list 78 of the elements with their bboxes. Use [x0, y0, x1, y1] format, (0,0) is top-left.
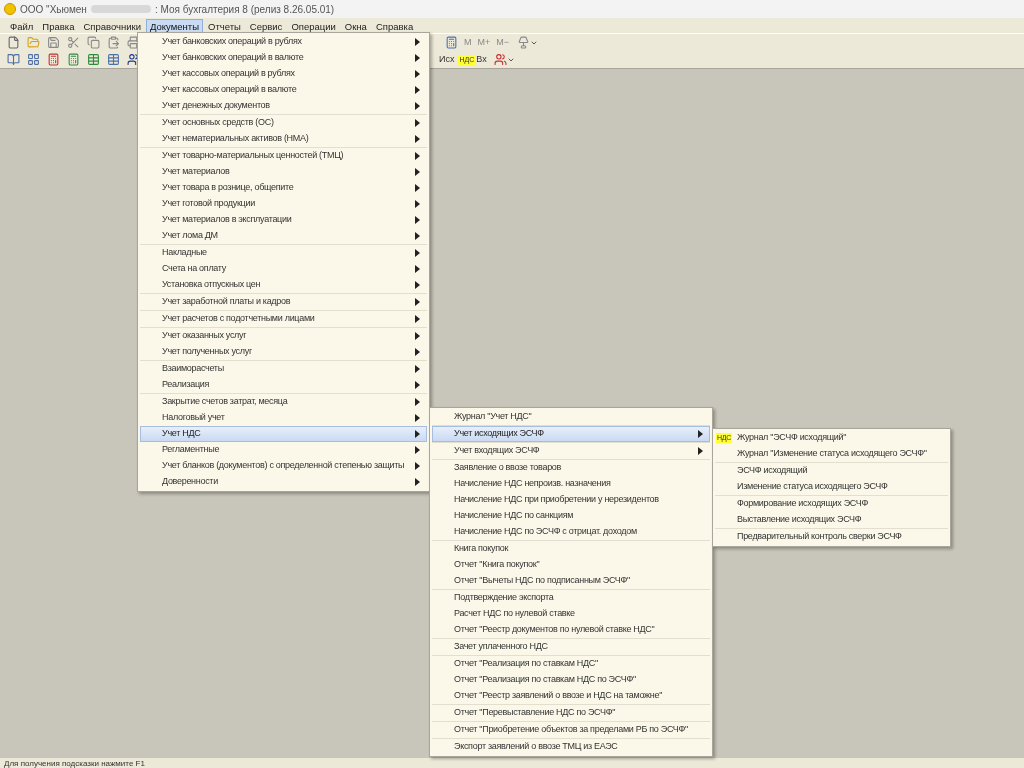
- menu-item[interactable]: Изменение статуса исходящего ЭСЧФ: [715, 479, 948, 495]
- submenu-arrow-icon: [698, 447, 703, 455]
- blurred-text-drawing: [90, 5, 151, 13]
- menu-item[interactable]: Учет полученных услуг: [140, 344, 427, 360]
- menu-bar-item[interactable]: Справочники: [79, 18, 145, 33]
- people-button[interactable]: [493, 53, 515, 66]
- outgoing-button[interactable]: Исх: [438, 52, 456, 67]
- app-icon: [4, 3, 16, 15]
- menu-bar-item[interactable]: Сервис: [245, 18, 287, 33]
- menu-item[interactable]: Учет товара в рознице, общепите: [140, 180, 427, 196]
- lamp-button[interactable]: [517, 36, 539, 49]
- menu-item[interactable]: Экспорт заявлений о ввозе ТМЦ из ЕАЭС: [432, 739, 710, 755]
- menu-item[interactable]: Накладные: [140, 245, 427, 261]
- menu-item[interactable]: Учет бланков (документов) с определенной степенью защиты: [140, 458, 427, 474]
- menu-item[interactable]: Отчет "Перевыставление НДС по ЭСЧФ": [432, 705, 710, 721]
- menu-item[interactable]: Доверенности: [140, 474, 427, 490]
- menu-item[interactable]: Отчет "Реализация по ставкам НДС по ЭСЧФ": [432, 672, 710, 688]
- menu-item[interactable]: Формирование исходящих ЭСЧФ: [715, 496, 948, 512]
- menu-item[interactable]: Учет нематериальных активов (НМА): [140, 131, 427, 147]
- menu-item[interactable]: Заявление о ввозе товаров: [432, 460, 710, 476]
- menu-item[interactable]: Книга покупок: [432, 541, 710, 557]
- menu-item[interactable]: Учет материалов: [140, 164, 427, 180]
- menu-item[interactable]: ЭСЧФ исходящий: [715, 463, 948, 479]
- menu-item[interactable]: Реализация: [140, 377, 427, 393]
- copy-icon[interactable]: [84, 34, 102, 51]
- menu-item[interactable]: Налоговый учет: [140, 410, 427, 426]
- menu-bar-item[interactable]: Правка: [38, 18, 79, 33]
- menu-bar-item[interactable]: Файл: [6, 18, 38, 33]
- menu-item[interactable]: Учет основных средств (ОС): [140, 115, 427, 131]
- menu-bar-item[interactable]: Окна: [340, 18, 371, 33]
- window-title: ООО "Хьюмен: [20, 2, 87, 17]
- menu-item[interactable]: Учет кассовых операций в рублях: [140, 66, 427, 82]
- menu-item[interactable]: Счета на оплату: [140, 261, 427, 277]
- menu-item[interactable]: Отчет "Приобретение объектов за пределами РБ по ЭСЧФ": [432, 722, 710, 738]
- menu-item[interactable]: Журнал "Учет НДС": [432, 409, 710, 425]
- submenu-arrow-icon: [415, 298, 420, 306]
- menu-item[interactable]: Начисление НДС непроизв. назначения: [432, 476, 710, 492]
- menu-item[interactable]: Взаиморасчеты: [140, 361, 427, 377]
- menu-item[interactable]: Учет оказанных услуг: [140, 328, 427, 344]
- menu-item[interactable]: Учет лома ДМ: [140, 228, 427, 244]
- menu-bar-item[interactable]: Отчеты: [204, 18, 245, 33]
- menu-item[interactable]: Учет готовой продукции: [140, 196, 427, 212]
- menu-item[interactable]: Учет товарно-материальных ценностей (ТМЦ): [140, 148, 427, 164]
- menu-item[interactable]: Учет банковских операций в валюте: [140, 50, 427, 66]
- window-title: : Моя бухгалтерия 8 (релиз 8.26.05.01): [154, 2, 335, 17]
- menu-item[interactable]: Учет кассовых операций в валюте: [140, 82, 427, 98]
- menu-item[interactable]: Журнал "Изменение статуса исходящего ЭСЧФ": [715, 446, 948, 462]
- menu-item[interactable]: Учет денежных документов: [140, 98, 427, 114]
- menu-item[interactable]: Предварительный контроль сверки ЭСЧФ: [715, 529, 948, 545]
- menu-item[interactable]: Закрытие счетов затрат, месяца: [140, 394, 427, 410]
- menu-bar-item[interactable]: Операции: [287, 18, 340, 33]
- menu-item[interactable]: Учет заработной платы и кадров: [140, 294, 427, 310]
- menu-item[interactable]: Регламентные: [140, 442, 427, 458]
- menu-item[interactable]: Установка отпускных цен: [140, 277, 427, 293]
- submenu-arrow-icon: [698, 430, 703, 438]
- menu-bar-item[interactable]: Документы: [146, 18, 203, 33]
- menu-item[interactable]: Начисление НДС по санкциям: [432, 508, 710, 524]
- book-icon[interactable]: [4, 51, 22, 68]
- menu-item[interactable]: Учет материалов в эксплуатации: [140, 212, 427, 228]
- menu-item[interactable]: Начисление НДС по ЭСЧФ с отрицат. доходом: [432, 524, 710, 540]
- menu-item[interactable]: Учет НДС: [140, 426, 427, 442]
- menu-item[interactable]: Учет входящих ЭСЧФ: [432, 443, 710, 459]
- menu-item[interactable]: Подтверждение экспорта: [432, 590, 710, 606]
- submenu-arrow-icon: [415, 315, 420, 323]
- menu-item[interactable]: Зачет уплаченного НДС: [432, 639, 710, 655]
- menu-item[interactable]: Отчет "Книга покупок": [432, 557, 710, 573]
- menu-item[interactable]: Выставление исходящих ЭСЧФ: [715, 512, 948, 528]
- menu-item[interactable]: Учет исходящих ЭСЧФ: [432, 426, 710, 442]
- menu-item[interactable]: Начисление НДС при приобретении у нерезидентов: [432, 492, 710, 508]
- menu-bar-item[interactable]: Справка: [371, 18, 418, 33]
- menu-item[interactable]: Учет банковских операций в рублях: [140, 34, 427, 50]
- menu-item[interactable]: Отчет "Вычеты НДС по подписанным ЭСЧФ": [432, 573, 710, 589]
- menu-item[interactable]: Отчет "Реализация по ставкам НДС": [432, 656, 710, 672]
- menu-item[interactable]: Расчет НДС по нулевой ставке: [432, 606, 710, 622]
- menu-item[interactable]: Отчет "Реестр документов по нулевой ставке НДС": [432, 622, 710, 638]
- menu-item[interactable]: Учет расчетов с подотчетными лицами: [140, 311, 427, 327]
- status-text: Для получения подсказки нажмите F1: [4, 759, 145, 768]
- menu-item[interactable]: Отчет "Реестр заявлений о ввозе и НДС на таможне": [432, 688, 710, 704]
